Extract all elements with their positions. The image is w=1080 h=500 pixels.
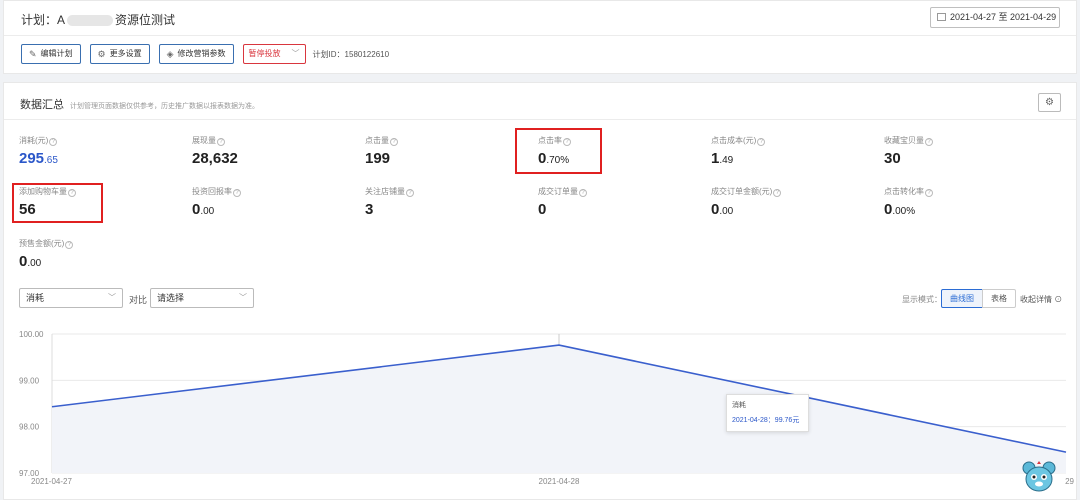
collapse-details-button[interactable]: 收起详情 ⊙ bbox=[1020, 294, 1062, 305]
metric-label: 关注店铺量? bbox=[365, 186, 515, 197]
pencil-icon: ✎ bbox=[29, 49, 37, 59]
metric-label: 投资回报率? bbox=[192, 186, 342, 197]
help-icon[interactable]: ? bbox=[390, 138, 398, 146]
more-settings-label: 更多设置 bbox=[109, 49, 142, 58]
divider bbox=[4, 119, 1076, 120]
x-tick-label: 2021-04-27 bbox=[31, 477, 72, 486]
metric-label: 点击转化率? bbox=[884, 186, 1034, 197]
compare-select[interactable]: 请选择 ﹀ bbox=[150, 288, 254, 308]
display-mode-label: 显示模式： bbox=[902, 295, 942, 304]
tooltip-series: 消耗 bbox=[732, 402, 746, 409]
mode-chart-button[interactable]: 曲线图 bbox=[941, 289, 983, 308]
metric-value: 199 bbox=[365, 150, 391, 167]
tooltip-value: 2021-04-28：99.76元 bbox=[732, 417, 800, 424]
summary-header: 数据汇总 计划管理页面数据仅供参考，历史推广数据以报表数据为准。 bbox=[20, 96, 259, 112]
mode-table-button[interactable]: 表格 bbox=[982, 289, 1016, 308]
metric-value: 295.65 bbox=[19, 150, 58, 167]
date-range-text: 2021-04-27 至 2021-04-29 bbox=[950, 12, 1057, 22]
help-icon[interactable]: ? bbox=[217, 138, 225, 146]
chevron-down-icon: ﹀ bbox=[239, 293, 247, 302]
metric-label: 消耗(元)? bbox=[19, 135, 169, 146]
summary-title: 数据汇总 bbox=[20, 99, 64, 111]
metric-value: 0.00% bbox=[884, 201, 916, 218]
help-icon[interactable]: ? bbox=[757, 138, 766, 146]
metric-cost: 消耗(元)? 295.65 bbox=[19, 135, 169, 167]
redacted-name bbox=[67, 15, 114, 27]
metric-value: 1.49 bbox=[711, 150, 734, 167]
metric-value: 0.00 bbox=[19, 253, 42, 270]
settings-gear-button[interactable]: ⚙ bbox=[1038, 93, 1061, 112]
status-dropdown[interactable]: 暂停投放 ﹀ bbox=[242, 44, 306, 64]
metric-value: 28,632 bbox=[192, 150, 238, 167]
metric-value: 0.00 bbox=[192, 201, 215, 218]
mascot-assistant-icon[interactable] bbox=[1020, 459, 1058, 495]
chevron-up-circle-icon: ⊙ bbox=[1054, 295, 1063, 304]
calendar-icon bbox=[937, 13, 946, 21]
metric-label: 点击成本(元)? bbox=[711, 135, 861, 146]
help-icon[interactable]: ? bbox=[925, 138, 933, 146]
help-icon[interactable]: ? bbox=[233, 189, 241, 197]
more-settings-button[interactable]: ⚙ 更多设置 bbox=[89, 44, 150, 64]
metric-select[interactable]: 消耗 ﹀ bbox=[19, 288, 123, 308]
metric-cpc: 点击成本(元)? 1.49 bbox=[711, 135, 861, 167]
metric-impressions: 展现量? 28,632 bbox=[192, 135, 342, 167]
metric-value: 0 bbox=[538, 201, 547, 218]
help-icon[interactable]: ? bbox=[65, 241, 74, 249]
metric-label: 展现量? bbox=[192, 135, 342, 146]
x-tick-label: 2021-04-28 bbox=[539, 477, 580, 486]
line-chart[interactable]: 100.0099.0098.0097.002021-04-27 2021-04-2… bbox=[4, 328, 1078, 498]
metric-presale-amount: 预售金额(元)? 0.00 bbox=[19, 238, 169, 270]
metric-orders: 成交订单量? 0 bbox=[538, 186, 688, 218]
highlight-box bbox=[12, 183, 103, 223]
highlight-box bbox=[515, 128, 602, 174]
metric-label: 预售金额(元)? bbox=[19, 238, 169, 249]
chevron-down-icon: ﹀ bbox=[291, 49, 300, 58]
help-icon[interactable]: ? bbox=[49, 138, 58, 146]
help-icon[interactable]: ? bbox=[579, 189, 587, 197]
metric-label: 收藏宝贝量? bbox=[884, 135, 1034, 146]
metric-roi: 投资回报率? 0.00 bbox=[192, 186, 342, 218]
plan-header-panel: 计划：A 资源位测试 2021-04-27 至 2021-04-29 ✎ 编辑计划 … bbox=[3, 0, 1077, 74]
help-icon[interactable]: ? bbox=[773, 189, 782, 197]
metric-conversion-rate: 点击转化率? 0.00% bbox=[884, 186, 1034, 218]
x-tick-label: 29 bbox=[1065, 477, 1074, 486]
y-tick-label: 98.00 bbox=[19, 423, 40, 432]
metric-label: 成交订单量? bbox=[538, 186, 688, 197]
toolbar: ✎ 编辑计划 ⚙ 更多设置 ◈ 修改营销参数 暂停投放 ﹀ 计划ID：158012261… bbox=[21, 44, 389, 64]
date-range-picker[interactable]: 2021-04-27 至 2021-04-29 bbox=[930, 7, 1060, 28]
layers-icon: ◈ bbox=[166, 49, 174, 59]
edit-plan-label: 编辑计划 bbox=[40, 49, 73, 58]
help-icon[interactable]: ? bbox=[925, 189, 933, 197]
plan-id: 计划ID：1580122610 bbox=[312, 49, 390, 59]
metric-value: 30 bbox=[884, 150, 901, 167]
divider bbox=[4, 35, 1076, 36]
gear-icon: ⚙ bbox=[1045, 97, 1054, 108]
data-summary-panel: 数据汇总 计划管理页面数据仅供参考，历史推广数据以报表数据为准。 ⚙ 消耗(元)?… bbox=[3, 82, 1077, 500]
gear-icon: ⚙ bbox=[97, 49, 106, 59]
metric-label: 成交订单金额(元)? bbox=[711, 186, 861, 197]
help-icon[interactable]: ? bbox=[406, 189, 414, 197]
metric-value: 3 bbox=[365, 201, 374, 218]
series-area bbox=[52, 345, 1066, 473]
summary-note: 计划管理页面数据仅供参考，历史推广数据以报表数据为准。 bbox=[70, 103, 259, 110]
metric-shop-follows: 关注店铺量? 3 bbox=[365, 186, 515, 218]
metric-order-amount: 成交订单金额(元)? 0.00 bbox=[711, 186, 861, 218]
chart-tooltip: 消耗 2021-04-28：99.76元 bbox=[726, 394, 809, 432]
metric-favorites: 收藏宝贝量? 30 bbox=[884, 135, 1034, 167]
y-tick-label: 100.00 bbox=[19, 330, 44, 339]
marketing-params-label: 修改营销参数 bbox=[177, 49, 226, 58]
metric-label: 点击量? bbox=[365, 135, 515, 146]
compare-label: 对比 bbox=[129, 295, 148, 305]
edit-plan-button[interactable]: ✎ 编辑计划 bbox=[21, 44, 81, 64]
marketing-params-button[interactable]: ◈ 修改营销参数 bbox=[158, 44, 234, 64]
plan-title-suffix: 资源位测试 bbox=[115, 13, 176, 27]
plan-title: 计划：A 资源位测试 bbox=[21, 11, 175, 28]
plan-title-prefix: 计划：A bbox=[21, 13, 66, 27]
status-label: 暂停投放 bbox=[248, 49, 281, 58]
metric-value: 0.00 bbox=[711, 201, 734, 218]
metric-clicks: 点击量? 199 bbox=[365, 135, 515, 167]
chevron-down-icon: ﹀ bbox=[108, 293, 116, 302]
y-tick-label: 99.00 bbox=[19, 376, 40, 385]
